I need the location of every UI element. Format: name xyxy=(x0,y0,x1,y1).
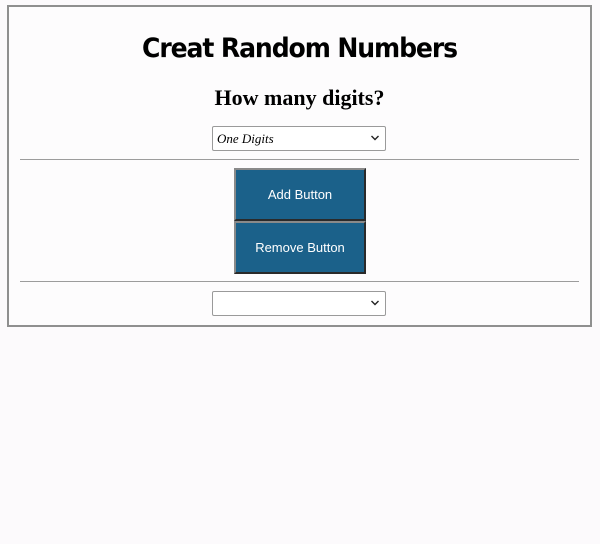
digits-question: How many digits? xyxy=(214,85,385,110)
app-container: Creat Random Numbers How many digits? On… xyxy=(7,5,592,327)
page-title: Creat Random Numbers xyxy=(142,33,458,64)
digits-select-value: One Digits xyxy=(217,131,274,146)
add-button[interactable]: Add Button xyxy=(234,168,366,221)
digits-select[interactable]: One Digits xyxy=(212,126,386,151)
result-select[interactable] xyxy=(212,291,386,316)
divider-bottom xyxy=(20,281,579,282)
remove-button[interactable]: Remove Button xyxy=(234,221,366,274)
chevron-down-icon xyxy=(371,300,379,306)
chevron-down-icon xyxy=(371,135,379,141)
divider-top xyxy=(20,159,579,160)
